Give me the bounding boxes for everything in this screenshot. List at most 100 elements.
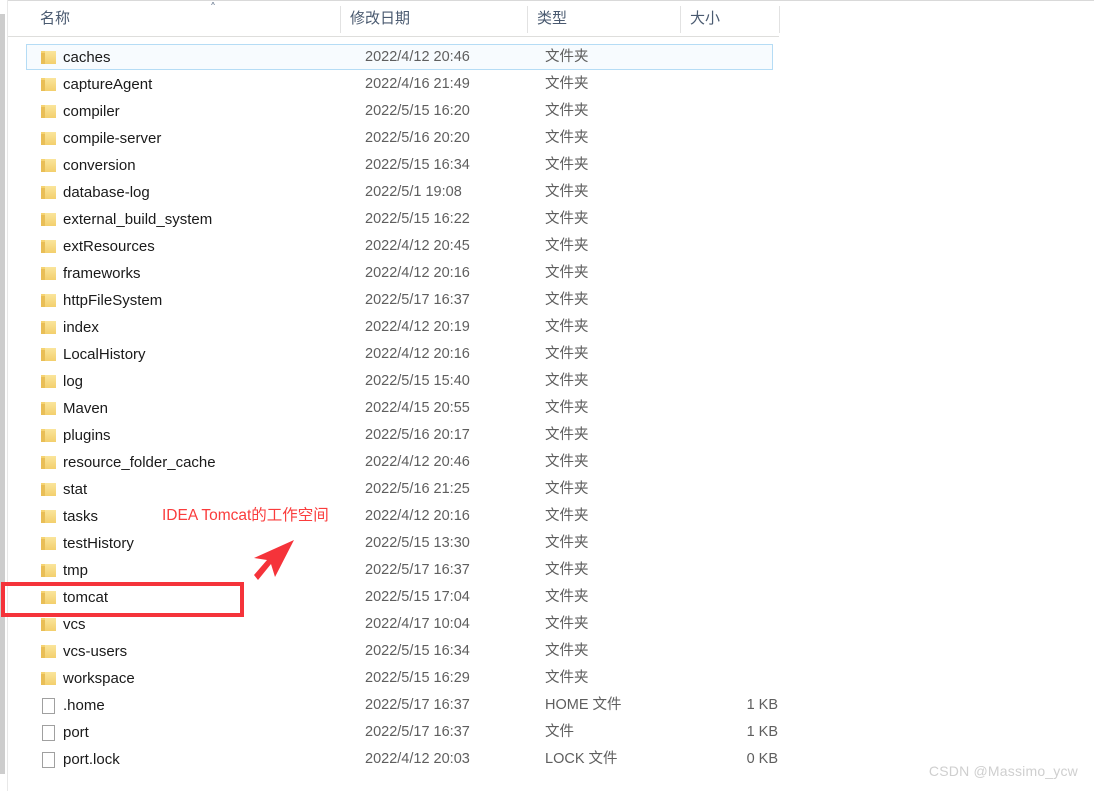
- file-type: 文件夹: [545, 319, 589, 335]
- file-type: 文件夹: [545, 157, 589, 173]
- file-size: 0 KB: [746, 751, 778, 767]
- file-size: [680, 98, 778, 125]
- annotation-highlight-box: [1, 582, 244, 617]
- file-size: [680, 125, 778, 152]
- folder-icon: [41, 401, 58, 416]
- folder-icon: [41, 131, 58, 146]
- file-name: caches: [63, 49, 111, 66]
- file-row[interactable]: port 2022/5/17 16:37 文件 1 KB: [8, 719, 1094, 746]
- file-row[interactable]: captureAgent 2022/4/16 21:49 文件夹: [8, 71, 1094, 98]
- file-date-modified: 2022/4/12 20:16: [365, 346, 470, 362]
- file-name: httpFileSystem: [63, 292, 163, 309]
- file-date-modified: 2022/5/17 16:37: [365, 562, 470, 578]
- file-row[interactable]: LocalHistory 2022/4/12 20:16 文件夹: [8, 341, 1094, 368]
- file-type: 文件夹: [545, 76, 589, 92]
- file-row[interactable]: log 2022/5/15 15:40 文件夹: [8, 368, 1094, 395]
- file-row[interactable]: httpFileSystem 2022/5/17 16:37 文件夹: [8, 287, 1094, 314]
- folder-icon: [41, 104, 58, 119]
- column-divider: [680, 6, 681, 33]
- file-row[interactable]: testHistory 2022/5/15 13:30 文件夹: [8, 530, 1094, 557]
- file-date-modified: 2022/5/15 17:04: [365, 589, 470, 605]
- file-date-modified: 2022/5/16 20:20: [365, 130, 470, 146]
- column-header-type-label: 类型: [537, 10, 568, 27]
- file-type: 文件: [545, 724, 574, 740]
- folder-icon: [41, 293, 58, 308]
- column-divider: [340, 6, 341, 33]
- header-bottom-border: [8, 36, 779, 37]
- file-size: [680, 638, 778, 665]
- file-row[interactable]: index 2022/4/12 20:19 文件夹: [8, 314, 1094, 341]
- folder-icon: [41, 563, 58, 578]
- file-row[interactable]: stat 2022/5/16 21:25 文件夹: [8, 476, 1094, 503]
- file-size: [680, 557, 778, 584]
- column-header-row: 名称 ˄ 修改日期 类型 大小: [8, 1, 1094, 37]
- column-header-date-label: 修改日期: [350, 10, 411, 27]
- file-name: captureAgent: [63, 76, 153, 93]
- file-row[interactable]: resource_folder_cache 2022/4/12 20:46 文件夹: [8, 449, 1094, 476]
- file-type: 文件夹: [545, 481, 589, 497]
- column-header-size-label: 大小: [690, 10, 721, 27]
- file-row[interactable]: tmp 2022/5/17 16:37 文件夹: [8, 557, 1094, 584]
- file-date-modified: 2022/5/17 16:37: [365, 697, 470, 713]
- file-row[interactable]: database-log 2022/5/1 19:08 文件夹: [8, 179, 1094, 206]
- file-name: testHistory: [63, 535, 134, 552]
- file-row[interactable]: conversion 2022/5/15 16:34 文件夹: [8, 152, 1094, 179]
- column-header-date-modified[interactable]: 修改日期: [340, 1, 527, 37]
- file-type: 文件夹: [545, 211, 589, 227]
- file-date-modified: 2022/5/15 16:34: [365, 643, 470, 659]
- file-size: [680, 395, 778, 422]
- file-date-modified: 2022/5/15 16:22: [365, 211, 470, 227]
- folder-icon: [41, 428, 58, 443]
- file-size: [680, 422, 778, 449]
- file-date-modified: 2022/4/17 10:04: [365, 616, 470, 632]
- file-row[interactable]: workspace 2022/5/15 16:29 文件夹: [8, 665, 1094, 692]
- file-type: 文件夹: [545, 130, 589, 146]
- file-row[interactable]: external_build_system 2022/5/15 16:22 文件夹: [8, 206, 1094, 233]
- column-header-type[interactable]: 类型: [527, 1, 680, 37]
- file-date-modified: 2022/5/16 21:25: [365, 481, 470, 497]
- vertical-scrollbar[interactable]: [0, 0, 8, 791]
- file-size: [680, 314, 778, 341]
- file-type: 文件夹: [545, 49, 589, 65]
- file-date-modified: 2022/4/12 20:19: [365, 319, 470, 335]
- file-name: extResources: [63, 238, 155, 255]
- scrollbar-thumb[interactable]: [0, 14, 5, 774]
- file-row[interactable]: extResources 2022/4/12 20:45 文件夹: [8, 233, 1094, 260]
- file-list[interactable]: caches 2022/4/12 20:46 文件夹 captureAgent 2022…: [8, 44, 1094, 779]
- file-row[interactable]: caches 2022/4/12 20:46 文件夹: [8, 44, 1094, 71]
- column-header-size[interactable]: 大小: [680, 1, 779, 37]
- folder-icon: [41, 158, 58, 173]
- folder-icon: [41, 617, 58, 632]
- file-type: 文件夹: [545, 589, 589, 605]
- file-name: port: [63, 724, 89, 741]
- file-row[interactable]: frameworks 2022/4/12 20:16 文件夹: [8, 260, 1094, 287]
- file-date-modified: 2022/5/15 16:29: [365, 670, 470, 686]
- file-size: [680, 152, 778, 179]
- file-row[interactable]: plugins 2022/5/16 20:17 文件夹: [8, 422, 1094, 449]
- file-date-modified: 2022/4/12 20:46: [365, 49, 470, 65]
- file-date-modified: 2022/5/1 19:08: [365, 184, 462, 200]
- file-size: [680, 71, 778, 98]
- file-row[interactable]: compiler 2022/5/15 16:20 文件夹: [8, 98, 1094, 125]
- file-name: resource_folder_cache: [63, 454, 216, 471]
- file-name: workspace: [63, 670, 135, 687]
- file-size: [680, 260, 778, 287]
- folder-icon: [41, 644, 58, 659]
- file-row[interactable]: .home 2022/5/17 16:37 HOME 文件 1 KB: [8, 692, 1094, 719]
- file-icon: [41, 698, 58, 714]
- file-size: 1 KB: [746, 724, 778, 740]
- folder-icon: [41, 266, 58, 281]
- sort-ascending-icon: ˄: [210, 1, 216, 15]
- file-name: vcs-users: [63, 643, 128, 660]
- folder-icon: [41, 374, 58, 389]
- file-date-modified: 2022/4/12 20:46: [365, 454, 470, 470]
- file-row[interactable]: Maven 2022/4/15 20:55 文件夹: [8, 395, 1094, 422]
- file-row[interactable]: vcs-users 2022/5/15 16:34 文件夹: [8, 638, 1094, 665]
- folder-icon: [41, 212, 58, 227]
- column-header-name[interactable]: 名称 ˄: [30, 1, 340, 37]
- file-row[interactable]: compile-server 2022/5/16 20:20 文件夹: [8, 125, 1094, 152]
- file-name: database-log: [63, 184, 150, 201]
- file-name: conversion: [63, 157, 136, 174]
- folder-icon: [41, 50, 58, 65]
- file-size: [680, 341, 778, 368]
